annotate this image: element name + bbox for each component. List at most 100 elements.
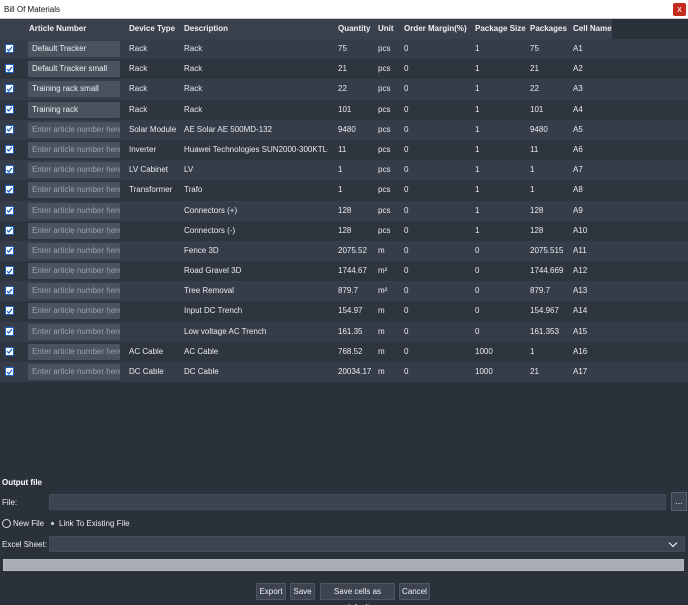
cell-name-cell[interactable]: A10: [573, 221, 611, 241]
device-type-cell[interactable]: [129, 201, 181, 221]
unit-cell[interactable]: m²: [378, 281, 402, 301]
table-row[interactable]: Enter article number here... Tree Removal…: [0, 281, 688, 302]
package-size-cell[interactable]: 1: [475, 201, 527, 221]
order-margin-cell[interactable]: 0: [404, 322, 472, 342]
table-row[interactable]: Enter article number here... AC Cable AC C…: [0, 341, 688, 362]
order-margin-cell[interactable]: 0: [404, 100, 472, 120]
package-size-cell[interactable]: 0: [475, 261, 527, 281]
unit-cell[interactable]: pcs: [378, 100, 402, 120]
article-number-input[interactable]: Enter article number here...: [28, 162, 120, 179]
package-size-cell[interactable]: 1: [475, 160, 527, 180]
quantity-cell[interactable]: 20034.17: [338, 362, 376, 382]
order-margin-cell[interactable]: 0: [404, 59, 472, 79]
unit-cell[interactable]: pcs: [378, 180, 402, 200]
article-number-input[interactable]: Default Tracker: [28, 41, 120, 57]
quantity-cell[interactable]: 1: [338, 160, 376, 180]
description-cell[interactable]: LV: [184, 160, 328, 180]
article-number-input[interactable]: Enter article number here...: [28, 303, 120, 320]
device-type-cell[interactable]: Transformer: [129, 180, 181, 200]
article-number-input[interactable]: Enter article number here...: [28, 182, 120, 199]
row-checkbox[interactable]: [5, 286, 14, 296]
device-type-cell[interactable]: DC Cable: [129, 362, 181, 382]
packages-cell[interactable]: 879.7: [530, 281, 570, 301]
order-margin-cell[interactable]: 0: [404, 301, 472, 321]
packages-cell[interactable]: 9480: [530, 120, 570, 140]
package-size-cell[interactable]: 1: [475, 39, 527, 59]
packages-cell[interactable]: 161.353: [530, 322, 570, 342]
order-margin-cell[interactable]: 0: [404, 261, 472, 281]
quantity-cell[interactable]: 154.97: [338, 301, 376, 321]
packages-cell[interactable]: 11: [530, 140, 570, 160]
chevron-down-icon[interactable]: [668, 540, 678, 549]
device-type-cell[interactable]: LV Cabinet: [129, 160, 181, 180]
row-checkbox[interactable]: [5, 266, 14, 276]
quantity-cell[interactable]: 21: [338, 59, 376, 79]
col-description[interactable]: Description: [184, 19, 332, 39]
unit-cell[interactable]: pcs: [378, 39, 402, 59]
row-checkbox[interactable]: [5, 205, 14, 215]
packages-cell[interactable]: 154.967: [530, 301, 570, 321]
device-type-cell[interactable]: Solar Module: [129, 120, 181, 140]
order-margin-cell[interactable]: 0: [404, 160, 472, 180]
description-cell[interactable]: DC Cable: [184, 362, 328, 382]
row-checkbox[interactable]: [5, 225, 14, 235]
quantity-cell[interactable]: 128: [338, 201, 376, 221]
description-cell[interactable]: Road Gravel 3D: [184, 261, 328, 281]
packages-cell[interactable]: 21: [530, 59, 570, 79]
package-size-cell[interactable]: 0: [475, 281, 527, 301]
row-checkbox[interactable]: [5, 367, 14, 376]
article-number-input[interactable]: Enter article number here...: [28, 364, 120, 380]
order-margin-cell[interactable]: 0: [404, 39, 472, 59]
unit-cell[interactable]: pcs: [378, 201, 402, 221]
device-type-cell[interactable]: Rack: [129, 59, 181, 79]
order-margin-cell[interactable]: 0: [404, 362, 472, 382]
col-package-size[interactable]: Package Size: [475, 19, 527, 39]
quantity-cell[interactable]: 1744.67: [338, 261, 376, 281]
row-checkbox[interactable]: [5, 306, 14, 316]
article-number-input[interactable]: Enter article number here...: [28, 222, 120, 239]
package-size-cell[interactable]: 1: [475, 59, 527, 79]
description-cell[interactable]: Connectors (-): [184, 221, 328, 241]
description-cell[interactable]: Connectors (+): [184, 201, 328, 221]
table-row[interactable]: Enter article number here... Inverter Huaw…: [0, 139, 688, 161]
unit-cell[interactable]: m: [378, 241, 402, 261]
cell-name-cell[interactable]: A17: [573, 362, 611, 382]
col-quantity[interactable]: Quantity: [338, 19, 376, 39]
row-checkbox[interactable]: [5, 104, 14, 114]
table-row[interactable]: Default Tracker Rack Rack 75 pcs 0 1 75 A1: [0, 39, 688, 60]
cell-name-cell[interactable]: A3: [573, 79, 611, 99]
unit-cell[interactable]: m: [378, 322, 402, 342]
order-margin-cell[interactable]: 0: [404, 221, 472, 241]
package-size-cell[interactable]: 1: [475, 120, 527, 140]
cell-name-cell[interactable]: A7: [573, 160, 611, 180]
link-existing-label[interactable]: Link To Existing File: [59, 519, 130, 528]
quantity-cell[interactable]: 101: [338, 100, 376, 120]
export-button[interactable]: Export: [256, 583, 286, 600]
package-size-cell[interactable]: 0: [475, 301, 527, 321]
table-row[interactable]: Enter article number here... Road Gravel …: [0, 261, 688, 282]
order-margin-cell[interactable]: 0: [404, 201, 472, 221]
description-cell[interactable]: Trafo: [184, 180, 328, 200]
description-cell[interactable]: Rack: [184, 100, 328, 120]
quantity-cell[interactable]: 879.7: [338, 281, 376, 301]
row-checkbox[interactable]: [5, 346, 14, 356]
order-margin-cell[interactable]: 0: [404, 281, 472, 301]
description-cell[interactable]: Rack: [184, 79, 328, 99]
quantity-cell[interactable]: 75: [338, 39, 376, 59]
quantity-cell[interactable]: 9480: [338, 120, 376, 140]
packages-cell[interactable]: 128: [530, 221, 570, 241]
description-cell[interactable]: Fence 3D: [184, 241, 328, 261]
unit-cell[interactable]: pcs: [378, 59, 402, 79]
unit-cell[interactable]: pcs: [378, 140, 402, 160]
article-number-input[interactable]: Enter article number here...: [28, 141, 120, 158]
quantity-cell[interactable]: 2075.52: [338, 241, 376, 261]
article-number-input[interactable]: Enter article number here...: [28, 343, 120, 360]
article-number-input[interactable]: Enter article number here...: [28, 242, 120, 259]
col-article-number[interactable]: Article Number: [29, 19, 123, 39]
row-checkbox[interactable]: [5, 326, 14, 336]
row-checkbox[interactable]: [5, 124, 14, 134]
unit-cell[interactable]: pcs: [378, 120, 402, 140]
row-checkbox[interactable]: [5, 84, 14, 94]
article-number-input[interactable]: Training rack small: [28, 81, 120, 98]
article-number-input[interactable]: Default Tracker small: [28, 61, 120, 78]
